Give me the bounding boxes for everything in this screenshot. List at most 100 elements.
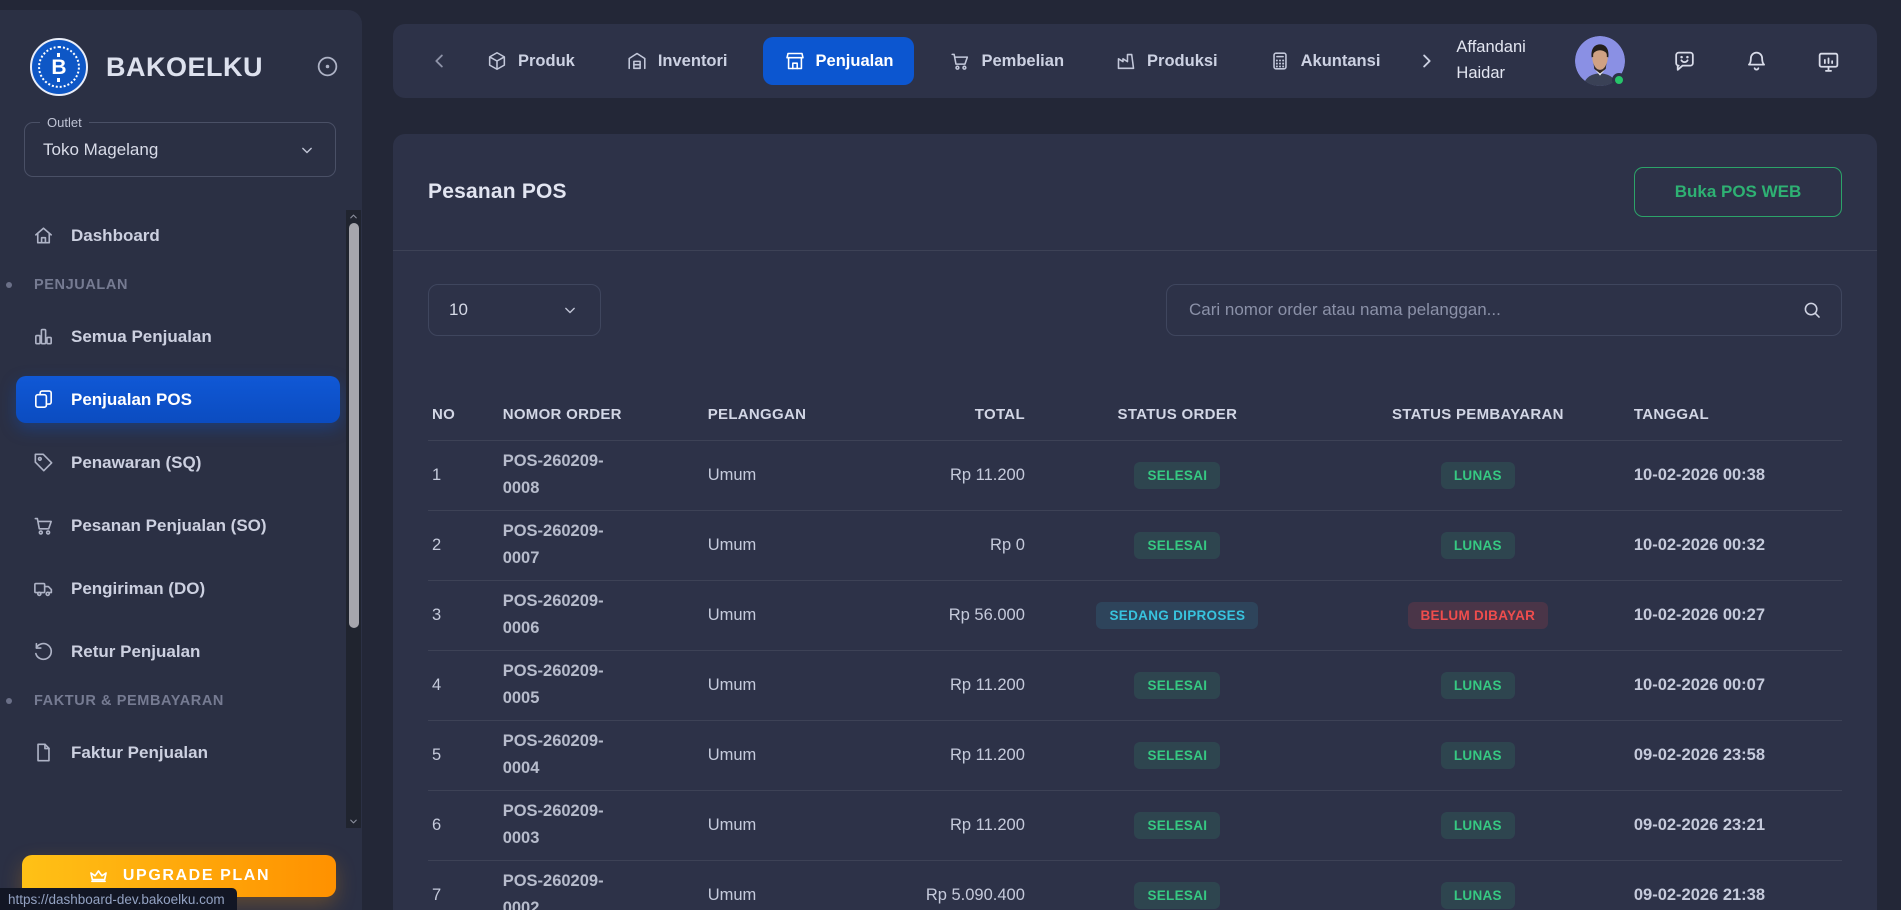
outlet-label: Outlet: [40, 115, 89, 130]
tab-produksi[interactable]: Produksi: [1099, 37, 1234, 85]
sidebar-item-label: Semua Penjualan: [71, 327, 212, 347]
module-tabs: Produk Inventori Penjualan Pembelian Produks…: [470, 37, 1396, 85]
sidebar-item-retur-penjualan[interactable]: Retur Penjualan: [16, 628, 340, 675]
table-row[interactable]: 3POS-260209-0006UmumRp 56.000 SEDANG DIPR…: [428, 580, 1842, 650]
open-pos-web-button[interactable]: Buka POS WEB: [1634, 167, 1842, 217]
tabs-scroll-left-icon[interactable]: [429, 50, 451, 72]
table-row[interactable]: 2POS-260209-0007UmumRp 0SELESAILUNAS10-0…: [428, 510, 1842, 580]
warehouse-icon: [626, 50, 648, 72]
cell-no: 5: [428, 720, 499, 790]
table-row[interactable]: 7POS-260209-0002UmumRp 5.090.400SELESAIL…: [428, 860, 1842, 910]
column-header-pelanggan: PELANGGAN: [704, 390, 902, 440]
user-name[interactable]: Affandani Haidar: [1456, 35, 1542, 86]
sidebar-collapse-icon[interactable]: [315, 54, 340, 79]
tabs-scroll-right-icon[interactable]: [1415, 50, 1437, 72]
cell-customer: Umum: [704, 650, 902, 720]
cart-icon: [949, 50, 971, 72]
cell-status-payment: LUNAS: [1326, 440, 1630, 510]
scroll-up-icon[interactable]: [346, 210, 361, 223]
pos-orders-card: Pesanan POS Buka POS WEB 10 NONOMOR ORDE…: [393, 134, 1877, 910]
truck-icon: [32, 577, 55, 600]
table-row[interactable]: 5POS-260209-0004UmumRp 11.200SELESAILUNA…: [428, 720, 1842, 790]
tab-penjualan[interactable]: Penjualan: [763, 37, 915, 85]
cell-customer: Umum: [704, 580, 902, 650]
sidebar-item-semua-penjualan[interactable]: Semua Penjualan: [16, 313, 340, 360]
outlet-value: Toko Magelang: [43, 140, 297, 160]
cell-status-order: SEDANG DIPROSES: [1029, 580, 1326, 650]
cell-status-payment: LUNAS: [1326, 790, 1630, 860]
cell-total: Rp 11.200: [902, 720, 1029, 790]
column-header-status-pembayaran: STATUS PEMBAYARAN: [1326, 390, 1630, 440]
tab-produk[interactable]: Produk: [470, 37, 591, 85]
search-input[interactable]: [1189, 300, 1801, 320]
status-payment-badge: LUNAS: [1441, 882, 1515, 909]
tab-label: Akuntansi: [1301, 52, 1381, 71]
cell-status-payment: BELUM DIBAYAR: [1326, 580, 1630, 650]
factory-icon: [1115, 50, 1137, 72]
status-payment-badge: LUNAS: [1441, 532, 1515, 559]
table-row[interactable]: 6POS-260209-0003UmumRp 11.200SELESAILUNA…: [428, 790, 1842, 860]
cell-customer: Umum: [704, 510, 902, 580]
card-header: Pesanan POS Buka POS WEB: [393, 134, 1877, 250]
online-status-dot: [1612, 73, 1626, 87]
page-size-select[interactable]: 10: [428, 284, 601, 336]
cell-status-payment: LUNAS: [1326, 510, 1630, 580]
avatar[interactable]: [1575, 36, 1625, 86]
scrollbar-thumb[interactable]: [349, 223, 359, 628]
tab-akuntansi[interactable]: Akuntansi: [1253, 37, 1397, 85]
cell-status-payment: LUNAS: [1326, 860, 1630, 910]
sidebar-item-label: Retur Penjualan: [71, 642, 200, 662]
search-icon[interactable]: [1801, 299, 1823, 321]
feedback-chat-icon[interactable]: [1672, 49, 1697, 74]
box-icon: [486, 50, 508, 72]
logo-row: B BAKOELKU: [0, 10, 362, 96]
crown-icon: [88, 866, 109, 887]
store-icon: [784, 50, 806, 72]
sidebar-item-pengiriman-do[interactable]: Pengiriman (DO): [16, 565, 340, 612]
table-row[interactable]: 4POS-260209-0005UmumRp 11.200SELESAILUNA…: [428, 650, 1842, 720]
tab-label: Penjualan: [816, 52, 894, 71]
search-box: [1166, 284, 1842, 336]
display-monitor-icon[interactable]: [1816, 49, 1841, 74]
cell-order-number: POS-260209-0006: [499, 580, 704, 650]
sidebar-section-faktur-pembayaran: FAKTUR & PEMBAYARAN: [16, 691, 340, 711]
sidebar-scrollbar[interactable]: [346, 210, 361, 828]
sidebar-item-penawaran-sq[interactable]: Penawaran (SQ): [16, 439, 340, 486]
cell-no: 7: [428, 860, 499, 910]
cell-customer: Umum: [704, 720, 902, 790]
outlet-select[interactable]: Outlet Toko Magelang: [24, 122, 336, 177]
cell-order-number: POS-260209-0003: [499, 790, 704, 860]
scroll-down-icon[interactable]: [346, 815, 361, 828]
status-order-badge: SELESAI: [1134, 462, 1220, 489]
notifications-bell-icon[interactable]: [1744, 49, 1769, 74]
section-bullet-icon: [6, 698, 12, 704]
cell-total: Rp 0: [902, 510, 1029, 580]
column-header-nomor-order: NOMOR ORDER: [499, 390, 704, 440]
tab-label: Produk: [518, 52, 575, 71]
home-icon: [32, 224, 55, 247]
sidebar-item-penjualan-pos[interactable]: Penjualan POS: [16, 376, 340, 423]
cell-customer: Umum: [704, 440, 902, 510]
sidebar-item-dashboard[interactable]: Dashboard: [16, 212, 340, 259]
chart-icon: [32, 325, 55, 348]
cell-no: 3: [428, 580, 499, 650]
cell-no: 2: [428, 510, 499, 580]
copy-icon: [32, 388, 55, 411]
column-header-tanggal: TANGGAL: [1630, 390, 1842, 440]
tab-inventori[interactable]: Inventori: [610, 37, 744, 85]
sidebar-nav: Dashboard PENJUALAN Semua Penjualan Penjual…: [0, 212, 362, 776]
cell-date: 10-02-2026 00:38: [1630, 440, 1842, 510]
cell-total: Rp 56.000: [902, 580, 1029, 650]
table-row[interactable]: 1POS-260209-0008UmumRp 11.200SELESAILUNA…: [428, 440, 1842, 510]
cell-status-order: SELESAI: [1029, 650, 1326, 720]
section-label: PENJUALAN: [16, 277, 128, 293]
status-order-badge: SEDANG DIPROSES: [1096, 602, 1258, 629]
cell-date: 09-02-2026 23:21: [1630, 790, 1842, 860]
status-payment-badge: LUNAS: [1441, 812, 1515, 839]
tab-pembelian[interactable]: Pembelian: [933, 37, 1080, 85]
sidebar-item-label: Pengiriman (DO): [71, 579, 205, 599]
chevron-down-icon: [560, 300, 580, 320]
cell-status-payment: LUNAS: [1326, 720, 1630, 790]
sidebar-item-pesanan-penjualan-so[interactable]: Pesanan Penjualan (SO): [16, 502, 340, 549]
sidebar-item-faktur-penjualan[interactable]: Faktur Penjualan: [16, 729, 340, 776]
